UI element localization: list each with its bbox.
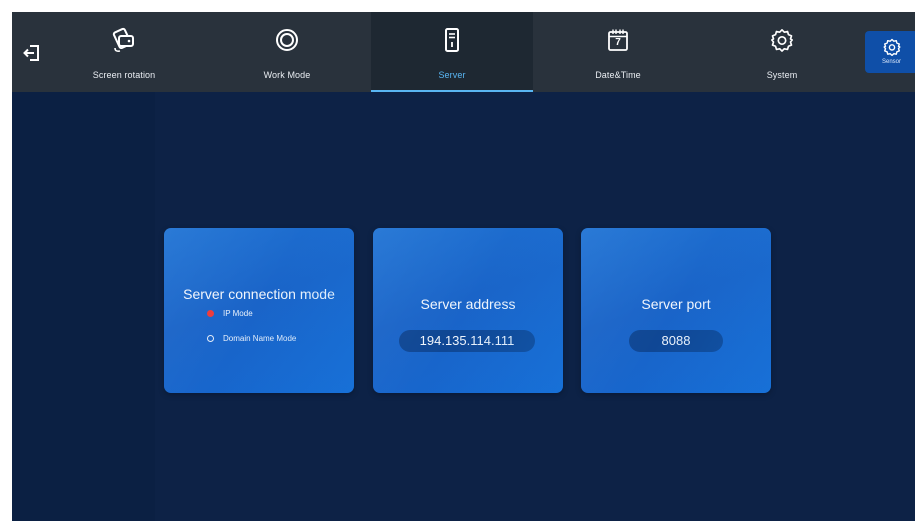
ip-mode-option[interactable]: IP Mode — [207, 309, 253, 318]
tab-date-time[interactable]: 7 Date&Time — [537, 12, 699, 92]
active-tab-indicator — [371, 90, 533, 92]
background-shade — [12, 92, 155, 521]
option-label: Domain Name Mode — [223, 334, 297, 343]
tab-label: Server — [438, 70, 466, 80]
domain-name-mode-option[interactable]: Domain Name Mode — [207, 334, 296, 343]
card-title: Server address — [420, 296, 516, 312]
card-title: Server port — [641, 296, 711, 312]
settings-screen: Screen rotation Work Mode Server 7 Date&… — [12, 12, 915, 521]
top-nav-bar: Screen rotation Work Mode Server 7 Date&… — [12, 12, 915, 92]
tab-label: Screen rotation — [92, 70, 156, 80]
tab-work-mode[interactable]: Work Mode — [206, 12, 368, 92]
tab-label: Date&Time — [595, 70, 641, 80]
exit-icon — [23, 45, 39, 61]
radio-button[interactable] — [207, 335, 214, 342]
option-label: IP Mode — [223, 309, 253, 318]
calendar-icon: 7 — [606, 27, 630, 53]
screen-rotation-icon — [112, 27, 136, 53]
server-address-card: Server address 194.135.114.111 — [373, 228, 563, 393]
sensor-button[interactable]: Sensor — [865, 31, 915, 73]
tab-screen-rotation[interactable]: Screen rotation — [43, 12, 205, 92]
sensor-button-label: Sensor — [881, 59, 901, 65]
radio-button-selected[interactable] — [207, 310, 214, 317]
tab-label: System — [766, 70, 798, 80]
exit-button[interactable] — [20, 42, 44, 64]
card-title: Server connection mode — [183, 286, 335, 302]
tab-label: Work Mode — [263, 70, 311, 80]
work-mode-icon — [275, 27, 299, 53]
gear-icon — [770, 27, 794, 53]
tab-server[interactable]: Server — [371, 12, 533, 92]
server-port-card: Server port 8088 — [581, 228, 771, 393]
sensor-gear-icon — [883, 38, 901, 57]
tab-system[interactable]: System — [701, 12, 863, 92]
server-address-field[interactable]: 194.135.114.111 — [399, 330, 535, 352]
connection-mode-card: Server connection mode IP Mode Domain Na… — [164, 228, 354, 393]
server-icon — [440, 27, 464, 53]
calendar-day-number: 7 — [615, 37, 621, 48]
server-port-field[interactable]: 8088 — [629, 330, 723, 352]
